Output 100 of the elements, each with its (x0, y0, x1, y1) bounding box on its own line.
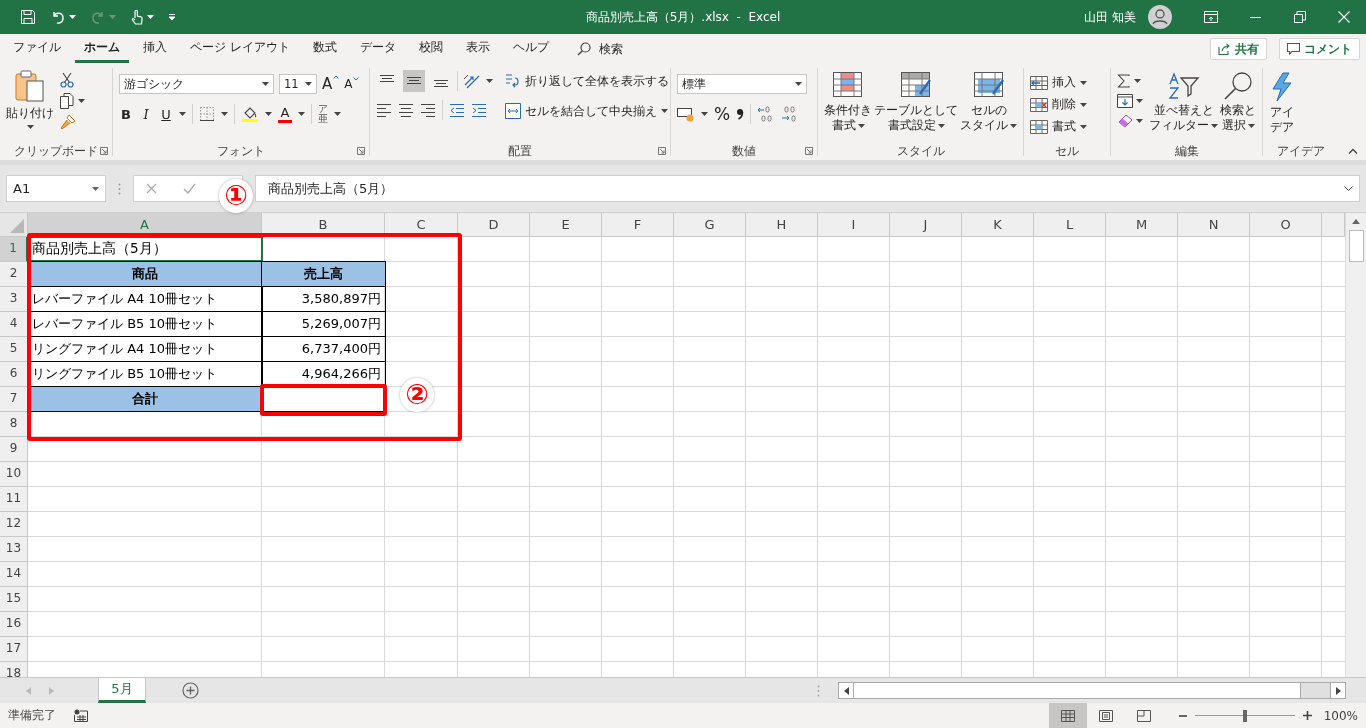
delete-button[interactable]: 削除 (1030, 94, 1087, 115)
scroll-left-icon[interactable] (843, 686, 849, 695)
format-painter-icon[interactable] (60, 114, 76, 130)
share-button[interactable]: 共有 (1210, 38, 1267, 60)
row-header[interactable]: 3 (0, 287, 28, 312)
row-header[interactable]: 5 (0, 337, 28, 362)
ribbon-tab[interactable]: 数式 (303, 35, 346, 63)
row-header[interactable]: 6 (0, 362, 28, 387)
scroll-up-icon[interactable] (1352, 219, 1360, 224)
name-box[interactable]: A1 (6, 175, 106, 202)
underline-button[interactable]: U (159, 106, 173, 122)
column-header[interactable]: H (746, 213, 818, 237)
font-size-dropdown[interactable]: 11 (279, 74, 317, 94)
merge-center-button[interactable]: セルを結合して中央揃え (505, 100, 669, 122)
row-header[interactable]: 13 (0, 537, 28, 562)
scroll-right-icon[interactable] (1335, 686, 1341, 695)
fill-down-icon[interactable] (1117, 94, 1133, 108)
save-icon[interactable] (20, 9, 36, 25)
ribbon-tab[interactable]: 表示 (456, 35, 499, 63)
dialog-launcher-icon[interactable] (357, 147, 365, 155)
ribbon-tab[interactable]: ヘルプ (503, 35, 558, 63)
user-name[interactable]: 山田 知美 (1084, 8, 1136, 26)
find-select-button[interactable]: 検索と 選択 (1220, 70, 1256, 133)
ribbon-display-icon[interactable] (1204, 11, 1218, 23)
zoom-slider-thumb[interactable] (1242, 709, 1247, 722)
normal-view-button[interactable] (1048, 703, 1087, 728)
autosum-icon[interactable] (1117, 74, 1131, 88)
column-header[interactable]: I (818, 213, 890, 237)
wrap-text-button[interactable]: 折り返して全体を表示する (505, 70, 669, 92)
row-header[interactable]: 8 (0, 412, 28, 437)
row-header[interactable]: 15 (0, 587, 28, 612)
style-button[interactable]: セルの スタイル (960, 70, 1017, 133)
column-header[interactable]: O (1250, 213, 1322, 237)
dialog-launcher-icon[interactable] (100, 147, 108, 155)
percent-style-button[interactable]: % (714, 104, 731, 124)
ideas-button[interactable]: アイ デア (1269, 70, 1295, 135)
increase-indent-icon[interactable] (471, 103, 487, 117)
close-icon[interactable] (1338, 11, 1350, 23)
zoom-in-icon[interactable] (1302, 711, 1312, 720)
ribbon-tab[interactable]: ファイル (4, 35, 70, 63)
avatar-icon[interactable] (1148, 5, 1172, 29)
ribbon-tab[interactable]: 挿入 (134, 35, 176, 63)
decrease-indent-icon[interactable] (449, 103, 465, 117)
vertical-scrollbar[interactable] (1345, 213, 1366, 677)
row-header[interactable]: 1 (0, 237, 28, 262)
fill-color-icon[interactable] (241, 105, 259, 123)
cut-icon[interactable] (60, 72, 74, 88)
row-header[interactable]: 11 (0, 487, 28, 512)
row-header[interactable]: 2 (0, 262, 28, 287)
ribbon-tab[interactable]: 校閲 (409, 35, 452, 63)
vertical-align-button[interactable] (403, 70, 425, 92)
row-header[interactable]: 14 (0, 562, 28, 587)
number-format-dropdown[interactable]: 標準 (677, 74, 807, 94)
phonetic-guide-button[interactable]: ア 亜 (318, 104, 328, 124)
collapse-ribbon-icon[interactable] (1348, 148, 1358, 154)
format-button[interactable]: 書式 (1030, 116, 1087, 137)
zoom-level[interactable]: 100% (1323, 708, 1358, 723)
touch-mode-icon[interactable] (130, 9, 144, 25)
align-right-icon[interactable] (420, 103, 436, 117)
scroll-thumb[interactable] (1348, 230, 1364, 262)
italic-button[interactable]: I (139, 106, 153, 122)
row-header[interactable]: 12 (0, 512, 28, 537)
row-header[interactable]: 4 (0, 312, 28, 337)
align-left-icon[interactable] (376, 103, 392, 117)
style-button[interactable]: テーブルとして 書式設定 (874, 70, 958, 133)
dialog-launcher-icon[interactable] (805, 147, 813, 155)
column-header[interactable]: L (1034, 213, 1106, 237)
eraser-icon[interactable] (1117, 114, 1133, 128)
column-header[interactable]: M (1106, 213, 1178, 237)
increase-font-size-button[interactable]: A (322, 75, 340, 93)
comment-button[interactable]: コメント (1279, 38, 1360, 60)
formula-input[interactable]: 商品別売上高（5月） (255, 175, 1360, 202)
macro-record-icon[interactable] (74, 709, 88, 722)
row-header[interactable]: 7 (0, 387, 28, 412)
font-name-dropdown[interactable]: 游ゴシック (119, 74, 274, 94)
align-center-icon[interactable] (398, 103, 414, 117)
horizontal-scrollbar[interactable] (838, 682, 1346, 699)
decrease-font-size-button[interactable]: A (344, 77, 360, 91)
ribbon-tab[interactable]: ページ レイアウト (181, 35, 299, 63)
row-header[interactable]: 16 (0, 612, 28, 637)
comma-style-icon[interactable] (736, 107, 745, 121)
sheet-tab[interactable]: 5月 (98, 678, 146, 703)
row-header[interactable]: 17 (0, 637, 28, 662)
column-header[interactable]: E (530, 213, 602, 237)
row-header[interactable]: 10 (0, 462, 28, 487)
add-sheet-icon[interactable] (182, 682, 199, 699)
customize-icon[interactable] (168, 13, 176, 21)
scroll-thumb[interactable] (854, 683, 1301, 698)
search-button[interactable]: 検索 (576, 40, 623, 58)
column-header[interactable]: N (1178, 213, 1250, 237)
column-header[interactable]: K (962, 213, 1034, 237)
undo-icon[interactable] (50, 9, 66, 25)
column-header[interactable]: F (602, 213, 674, 237)
copy-icon[interactable] (60, 93, 75, 109)
insert-button[interactable]: 挿入 (1030, 72, 1087, 93)
paste-button[interactable]: 貼り付け (6, 70, 54, 129)
accounting-format-icon[interactable] (677, 106, 695, 122)
column-header[interactable]: D (458, 213, 530, 237)
text-direction-icon[interactable] (463, 73, 481, 89)
column-header[interactable]: J (890, 213, 962, 237)
